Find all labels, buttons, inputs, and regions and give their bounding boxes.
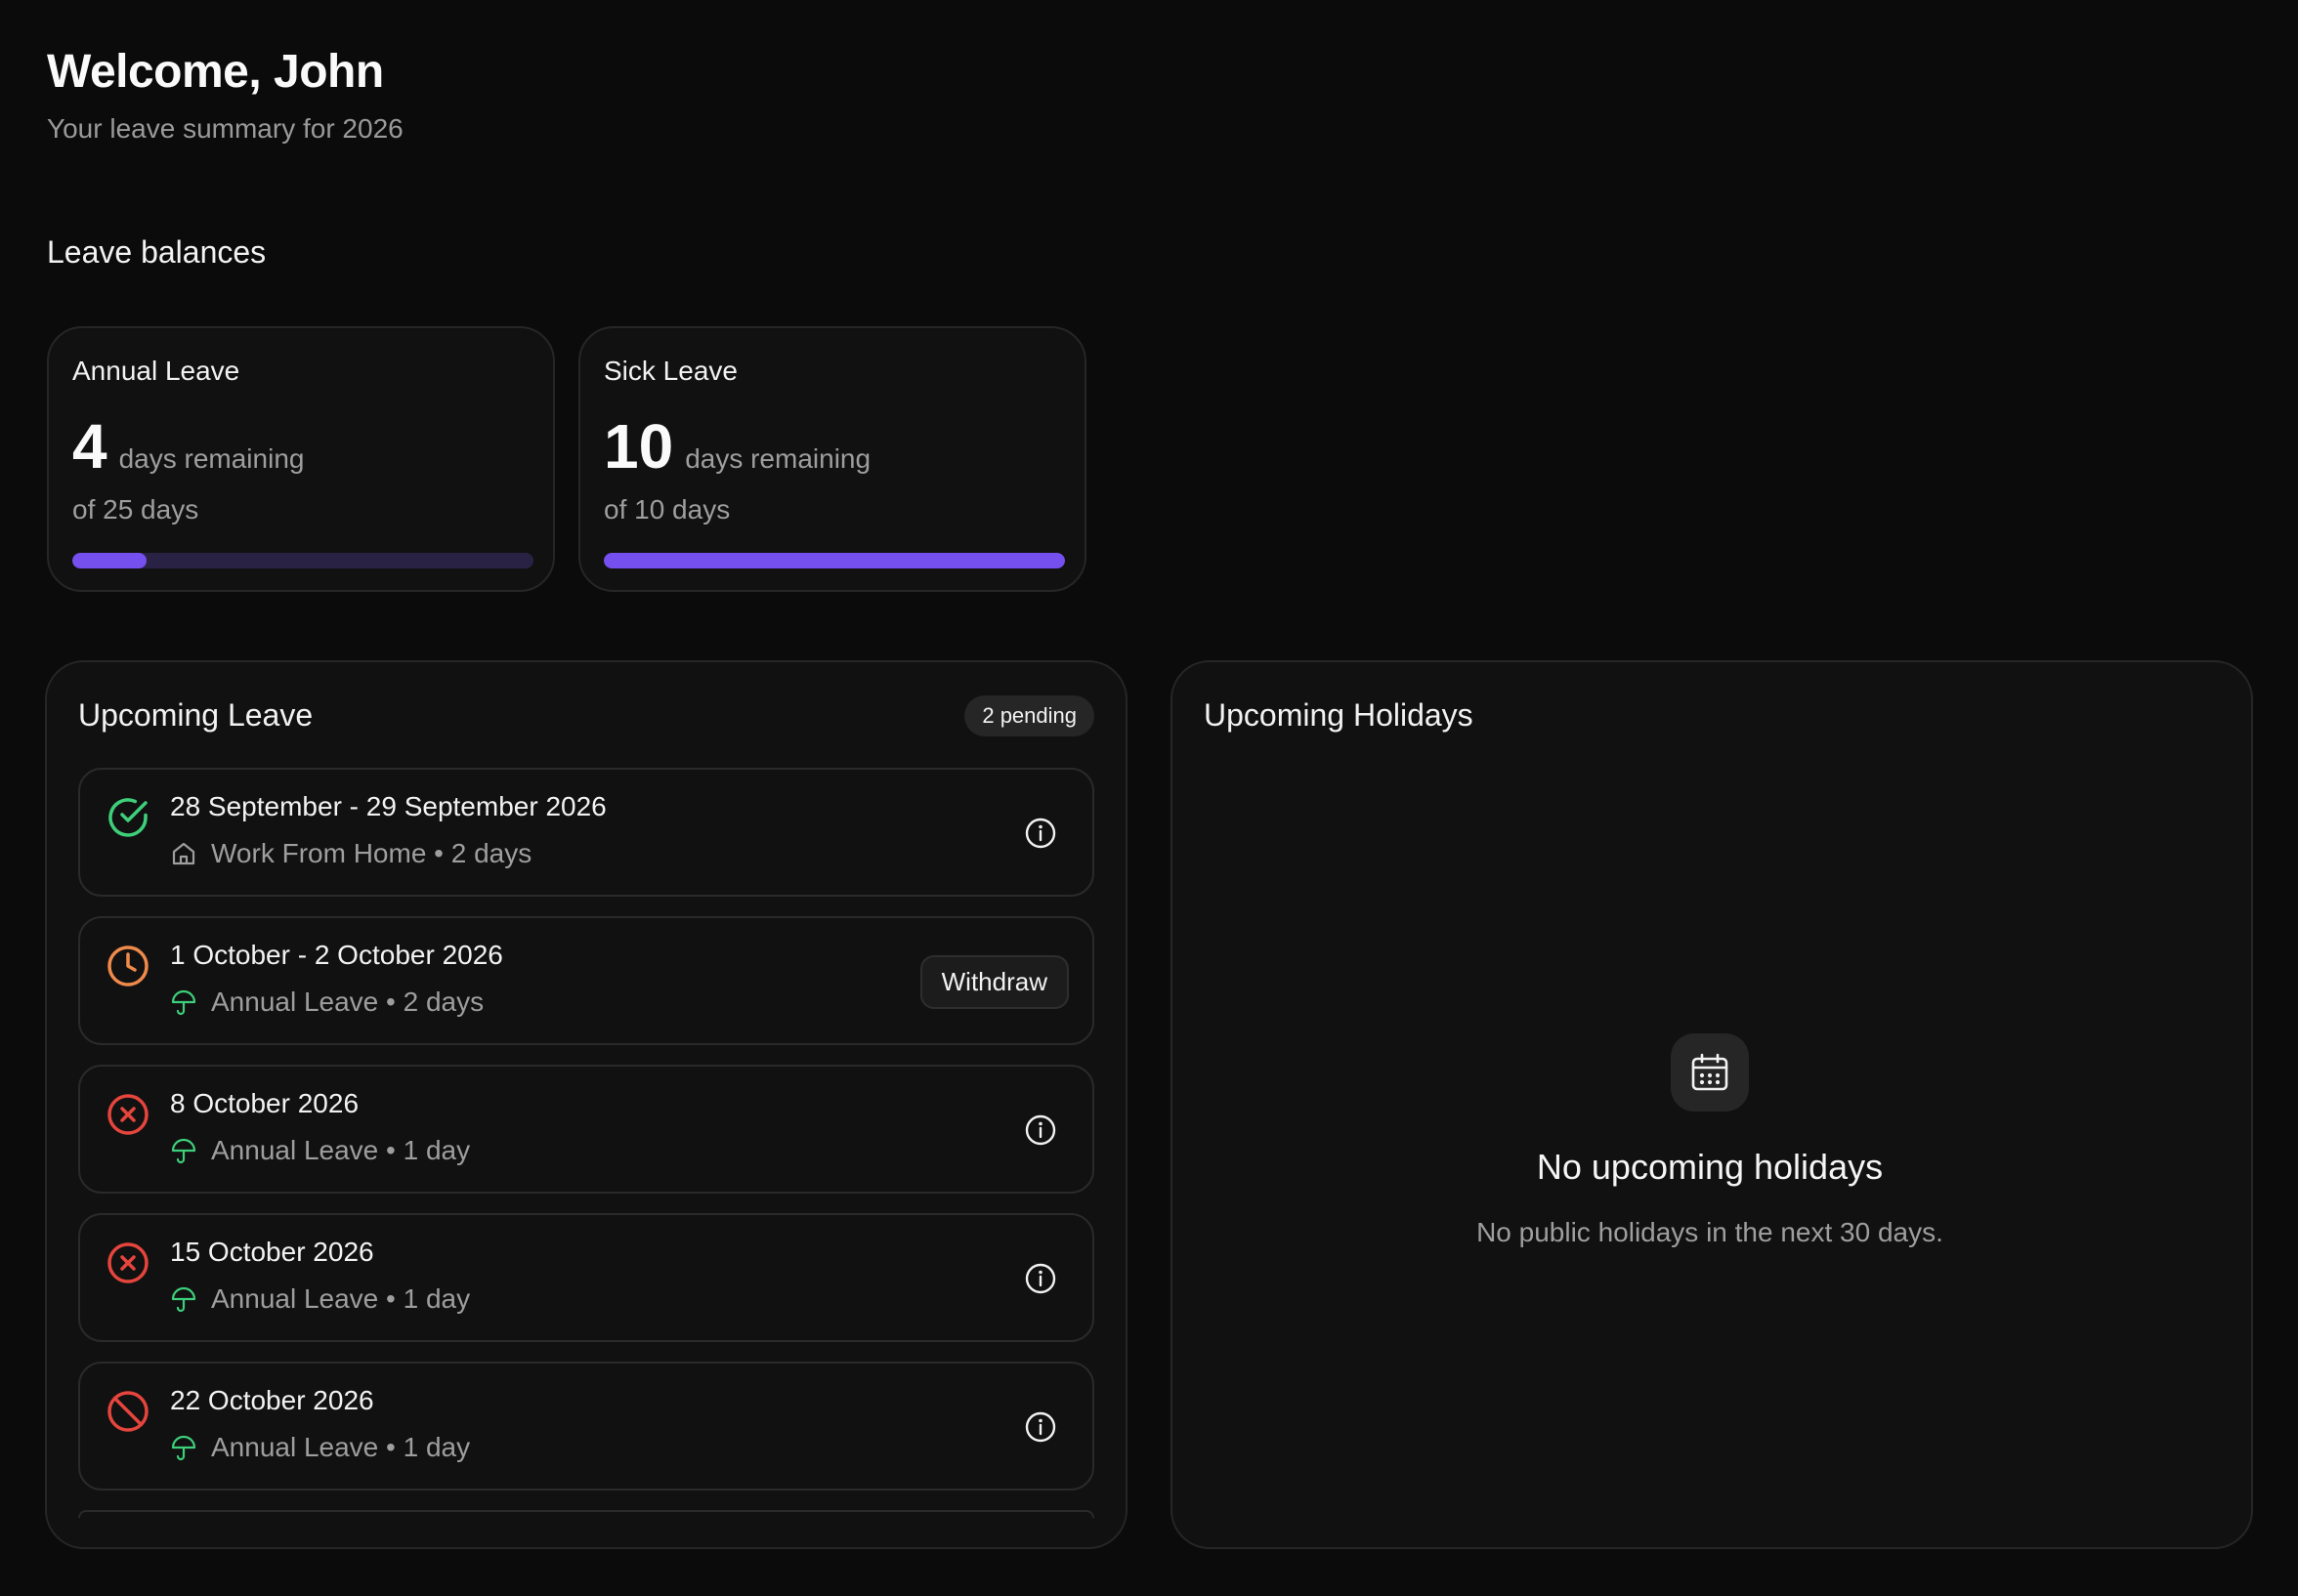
balance-card-name: Annual Leave <box>72 356 240 386</box>
rejected-x-icon <box>106 1092 150 1137</box>
balance-card-name: Sick Leave <box>604 356 738 386</box>
pending-clock-icon <box>106 944 150 988</box>
leave-item-partial <box>78 1510 1094 1518</box>
pending-count-badge: 2 pending <box>964 695 1094 736</box>
sick-leave-balance-card: Sick Leave 10 days remaining of 10 days <box>578 326 1086 592</box>
balance-progress-bar <box>72 553 533 568</box>
leave-detail-text: Annual Leave • 1 day <box>211 1283 471 1314</box>
balance-progress-fill <box>604 553 1065 568</box>
leave-detail: Annual Leave • 1 day <box>170 1432 470 1463</box>
upcoming-holidays-panel: Upcoming Holidays No upcoming holidays N… <box>1170 660 2253 1549</box>
upcoming-holidays-title: Upcoming Holidays <box>1204 697 1473 733</box>
rejected-x-icon <box>106 1240 150 1285</box>
leave-list: 28 September - 29 September 2026 Work Fr… <box>78 768 1094 1520</box>
leave-item[interactable]: 15 October 2026 Annual Leave • 1 day <box>78 1213 1094 1342</box>
balance-total: of 25 days <box>72 494 199 525</box>
leave-detail-text: Annual Leave • 1 day <box>211 1432 471 1462</box>
leave-detail: Annual Leave • 1 day <box>170 1135 470 1166</box>
page-title: Welcome, John <box>47 46 384 98</box>
leave-dates: 28 September - 29 September 2026 <box>170 791 607 821</box>
leave-detail: Annual Leave • 1 day <box>170 1283 470 1315</box>
leave-item[interactable]: 8 October 2026 Annual Leave • 1 day <box>78 1065 1094 1194</box>
annual-leave-balance-card: Annual Leave 4 days remaining of 25 days <box>47 326 555 592</box>
balance-remaining: 10 days remaining <box>604 410 871 483</box>
info-icon[interactable] <box>1024 1113 1057 1147</box>
info-icon[interactable] <box>1024 1410 1057 1444</box>
leave-item[interactable]: 1 October - 2 October 2026 Annual Leave … <box>78 916 1094 1045</box>
leave-item[interactable]: 28 September - 29 September 2026 Work Fr… <box>78 768 1094 897</box>
balance-remaining: 4 days remaining <box>72 410 304 483</box>
upcoming-leave-title: Upcoming Leave <box>78 697 314 733</box>
leave-detail: Work From Home • 2 days <box>170 838 532 869</box>
balance-progress-bar <box>604 553 1065 568</box>
leave-dates: 15 October 2026 <box>170 1237 374 1267</box>
leave-detail: Annual Leave • 2 days <box>170 987 484 1018</box>
balance-total: of 10 days <box>604 494 731 525</box>
balance-remaining-number: 4 <box>72 411 107 482</box>
withdraw-button[interactable]: Withdraw <box>919 955 1069 1009</box>
leave-dates: 1 October - 2 October 2026 <box>170 940 503 970</box>
balance-remaining-label: days remaining <box>118 443 305 474</box>
umbrella-icon <box>170 988 197 1016</box>
upcoming-leave-panel: Upcoming Leave 2 pending 28 September - … <box>45 660 1128 1549</box>
info-icon[interactable] <box>1024 817 1057 850</box>
calendar-icon <box>1671 1033 1749 1112</box>
balance-progress-fill <box>72 553 147 568</box>
cancelled-ban-icon <box>106 1389 150 1434</box>
balance-remaining-label: days remaining <box>685 443 872 474</box>
leave-balances-heading: Leave balances <box>47 234 267 270</box>
dashboard-page: Welcome, John Your leave summary for 202… <box>0 0 2298 1596</box>
leave-detail-text: Work From Home • 2 days <box>211 838 532 868</box>
leave-dates: 22 October 2026 <box>170 1385 374 1415</box>
leave-dates: 8 October 2026 <box>170 1088 360 1118</box>
umbrella-icon <box>170 1285 197 1313</box>
balance-remaining-number: 10 <box>604 411 674 482</box>
leave-item[interactable]: 22 October 2026 Annual Leave • 1 day <box>78 1362 1094 1491</box>
page-subtitle: Your leave summary for 2026 <box>47 113 404 144</box>
info-icon[interactable] <box>1024 1262 1057 1295</box>
leave-detail-text: Annual Leave • 2 days <box>211 987 485 1017</box>
leave-detail-text: Annual Leave • 1 day <box>211 1135 471 1165</box>
umbrella-icon <box>170 1137 197 1164</box>
empty-state-description: No public holidays in the next 30 days. <box>1476 1217 1943 1247</box>
approved-check-icon <box>106 795 150 840</box>
empty-state-title: No upcoming holidays <box>1536 1147 1884 1187</box>
umbrella-icon <box>170 1434 197 1461</box>
home-icon <box>170 840 197 867</box>
